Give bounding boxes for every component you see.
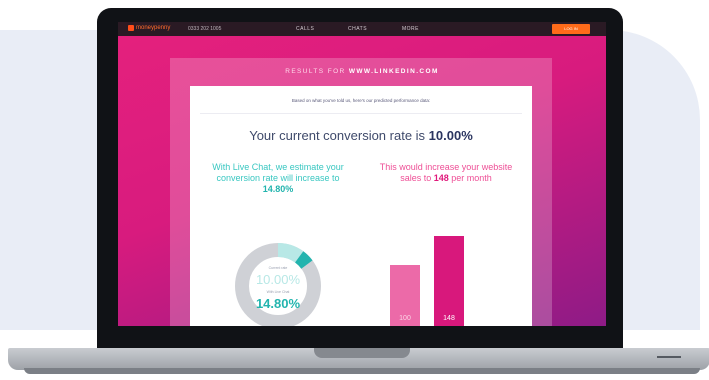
bar-label: 148 [443,315,455,322]
top-navbar: moneypenny 0333 202 1005 CALLS CHATS MOR… [118,22,606,36]
brand-name: moneypenny [136,25,171,31]
sales-increase: This would increase your website sales t… [376,162,516,184]
brand-logo-icon [128,25,134,31]
sales-text-2: per month [448,173,492,183]
sales-bar-chart: 100 148 [390,236,510,326]
results-title: RESULTS FOR WWW.LINKEDIN.COM [118,68,606,75]
donut-label-new: With Live Chat [266,290,290,294]
headline-value: 10.00% [428,128,473,143]
results-site: WWW.LINKEDIN.COM [348,68,439,75]
nav-chats[interactable]: CHATS [348,26,367,32]
donut-value-current: 10.00% [255,272,301,287]
login-button[interactable]: LOG IN [552,24,590,34]
divider [200,113,522,114]
bar-label: 100 [399,315,411,322]
nav-more[interactable]: MORE [402,26,419,32]
bar-current: 100 [390,265,420,326]
conversion-donut-chart: Current rate 10.00% With Live Chat 14.80… [230,238,326,326]
donut-label-current: Current rate [268,266,288,270]
estimate-value: 14.80% [262,184,294,194]
results-card: Based on what you've told us, here's our… [190,86,532,326]
nav-calls[interactable]: CALLS [296,26,314,32]
donut-value-new: 14.80% [255,296,301,311]
sales-value: 148 [433,173,449,183]
phone-number[interactable]: 0333 202 1005 [188,26,221,32]
results-prefix: RESULTS FOR [285,68,349,75]
laptop-notch [314,348,410,358]
estimate-text: With Live Chat, we estimate your convers… [212,162,344,183]
intro-text: Based on what you've told us, here's our… [291,98,431,103]
conversion-headline: Your current conversion rate is 10.00% [190,128,532,143]
live-chat-estimate: With Live Chat, we estimate your convers… [208,162,348,195]
headline-text: Your current conversion rate is [249,128,429,143]
brand-logo[interactable]: moneypenny [128,25,170,31]
bar-with-live-chat: 148 [434,236,464,326]
laptop-screen: moneypenny 0333 202 1005 CALLS CHATS MOR… [118,22,606,326]
laptop-indicator [657,356,681,358]
stage: moneypenny 0333 202 1005 CALLS CHATS MOR… [0,0,709,380]
laptop-base-edge [24,368,700,374]
